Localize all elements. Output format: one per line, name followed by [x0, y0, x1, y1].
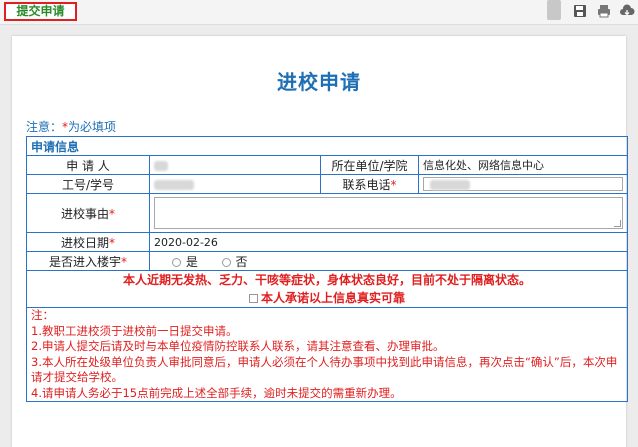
cloud-download-icon[interactable] [619, 3, 635, 19]
date-label: 进校日期* [26, 232, 150, 252]
promise-checkbox[interactable] [249, 294, 258, 303]
required-note-text: 为必填项 [68, 120, 117, 134]
id-value [149, 174, 321, 194]
notes-block: 注： 1.教职工进校须于进校前一日提交申请。 2.申请人提交后请及时与本单位疫情… [25, 307, 629, 402]
date-label-text: 进校日期 [60, 235, 109, 250]
building-options: 是 否 [148, 251, 629, 271]
id-label: 工号/学号 [26, 174, 150, 194]
phone-label-text: 联系电话 [342, 177, 391, 192]
scroll-handle[interactable] [547, 0, 561, 20]
form-page: 进校申请 注意：*为必填项 申请信息 申 请 人 所在单位/学院 信息化处、网络… [12, 36, 629, 447]
applicant-value [149, 155, 321, 175]
phone-input[interactable] [423, 177, 624, 191]
radio-yes[interactable] [171, 257, 181, 267]
submit-application-button[interactable]: 提交申请 [4, 2, 77, 21]
date-value: 2020-02-26 [148, 232, 629, 252]
reason-label-text: 进校事由 [60, 206, 109, 221]
option-yes-label: 是 [185, 254, 198, 269]
reason-cell [148, 193, 629, 233]
date-required-star: * [109, 235, 115, 250]
notes-header: 注： [31, 308, 54, 322]
reason-required-star: * [109, 206, 115, 221]
radio-no[interactable] [221, 257, 231, 267]
building-label-text: 是否进入楼宇 [48, 254, 121, 269]
note-item: 4.请申请人务必于15点前完成上述全部手续，逾时未提交的需重新办理。 [31, 385, 402, 400]
promise-row: 本人承诺以上信息真实可靠 [31, 289, 623, 307]
application-form-table: 申请信息 申 请 人 所在单位/学院 信息化处、网络信息中心 工号/学号 联系电… [25, 136, 629, 402]
option-no-label: 否 [235, 254, 248, 269]
health-statement: 本人近期无发热、乏力、干咳等症状，身体状态良好，目前不处于隔离状态。 [123, 273, 532, 287]
page-title: 进校申请 [277, 70, 361, 94]
save-icon[interactable] [572, 3, 588, 19]
print-icon[interactable] [596, 3, 612, 19]
note-item: 2.申请人提交后请及时与本单位疫情防控联系人联系，请其注意查看、办理审批。 [31, 339, 445, 353]
reason-textarea[interactable] [154, 197, 624, 229]
phone-cell [417, 174, 629, 194]
promise-block: 本人近期无发热、乏力、干咳等症状，身体状态良好，目前不处于隔离状态。 本人承诺以… [25, 270, 629, 308]
unit-label: 所在单位/学院 [320, 155, 419, 175]
phone-label: 联系电话* [320, 174, 419, 194]
required-note-prefix: 注意： [26, 120, 63, 134]
applicant-label: 申 请 人 [26, 155, 150, 175]
building-label: 是否进入楼宇* [26, 251, 150, 271]
promise-checkbox-label: 本人承诺以上信息真实可靠 [261, 291, 406, 305]
building-required-star: * [121, 254, 127, 269]
unit-value: 信息化处、网络信息中心 [417, 155, 629, 175]
reason-label: 进校事由* [26, 193, 150, 233]
note-item: 3.本人所在处级单位负责人审批同意后，申请人必须在个人待办事项中找到此申请信息，… [31, 354, 618, 385]
required-note: 注意：*为必填项 [26, 118, 116, 135]
phone-required-star: * [390, 177, 397, 192]
section-title: 申请信息 [25, 136, 629, 156]
top-toolbar: 提交申请 [0, 0, 638, 25]
note-item: 1.教职工进校须于进校前一日提交申请。 [31, 323, 238, 338]
